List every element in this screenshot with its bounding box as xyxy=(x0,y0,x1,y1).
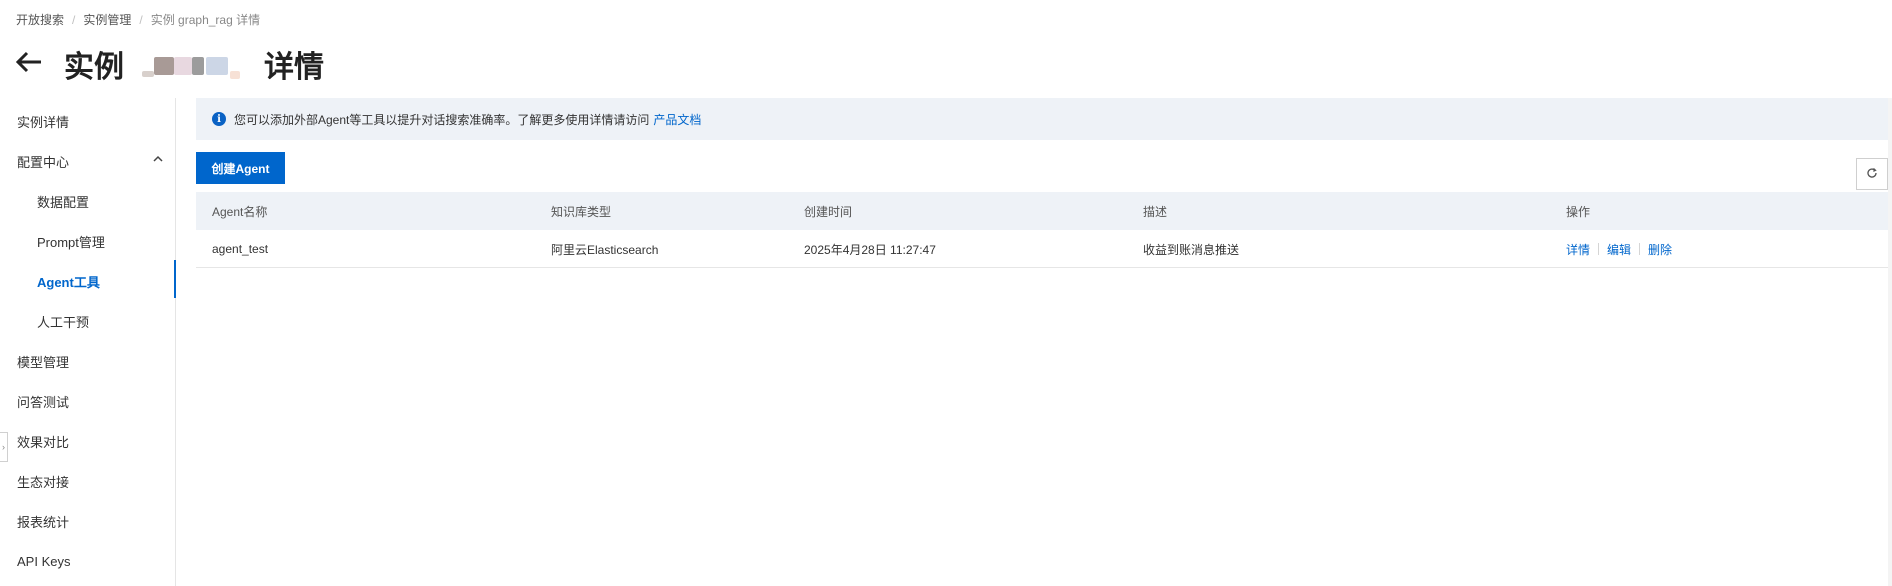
sidebar-item-label: 模型管理 xyxy=(17,354,70,370)
column-header-actions: 操作 xyxy=(1566,204,1591,219)
sidebar-item-human-intervention[interactable]: 人工干预 xyxy=(0,306,176,336)
sidebar-item-label: 配置中心 xyxy=(17,154,70,170)
delete-link[interactable]: 删除 xyxy=(1648,241,1672,258)
sidebar-item-agent-tools[interactable]: Agent工具 xyxy=(0,266,176,296)
notice-text: 您可以添加外部Agent等工具以提升对话搜索准确率。了解更多使用详情请访问 xyxy=(234,112,650,127)
sidebar-item-model-management[interactable]: 模型管理 xyxy=(0,346,176,376)
action-divider xyxy=(1598,243,1600,255)
sidebar-item-label: API Keys xyxy=(17,553,71,569)
redacted-instance-name xyxy=(134,51,254,79)
sidebar-item-label: 效果对比 xyxy=(17,434,70,450)
cell-description: 收益到账消息推送 xyxy=(1143,242,1240,257)
product-docs-link[interactable]: 产品文档 xyxy=(653,111,701,128)
refresh-icon xyxy=(1866,167,1878,182)
breadcrumb-separator: / xyxy=(139,12,143,27)
info-notice: i 您可以添加外部Agent等工具以提升对话搜索准确率。了解更多使用详情请访问 … xyxy=(196,98,1888,140)
sidebar-collapse-toggle[interactable]: › xyxy=(0,432,8,462)
breadcrumb-item-open-search[interactable]: 开放搜索 xyxy=(16,11,64,28)
sidebar-item-api-keys[interactable]: API Keys xyxy=(0,546,176,576)
table-row: agent_test 阿里云Elasticsearch 2025年4月28日 1… xyxy=(196,230,1888,268)
sidebar-active-indicator xyxy=(174,260,176,298)
arrow-left-icon[interactable] xyxy=(15,49,42,79)
breadcrumb: 开放搜索 / 实例管理 / 实例 graph_rag 详情 xyxy=(16,11,260,28)
details-link[interactable]: 详情 xyxy=(1566,241,1590,258)
chevron-right-icon: › xyxy=(2,442,5,452)
page-title: 实例 详情 xyxy=(64,42,324,86)
sidebar-item-label: 数据配置 xyxy=(37,194,90,210)
chevron-up-icon xyxy=(152,152,164,168)
cell-agent-name: agent_test xyxy=(212,242,269,256)
cell-actions: 详情 编辑 删除 xyxy=(1566,230,1672,268)
page-header: 实例 详情 xyxy=(15,42,324,86)
sidebar-item-qa-test[interactable]: 问答测试 xyxy=(0,386,176,416)
action-divider xyxy=(1639,243,1641,255)
column-header-description: 描述 xyxy=(1143,204,1168,219)
page-scrollbar[interactable] xyxy=(1888,98,1892,586)
create-agent-button[interactable]: 创建Agent xyxy=(196,152,285,184)
column-header-created-time: 创建时间 xyxy=(804,204,853,219)
agent-table: Agent名称 知识库类型 创建时间 描述 操作 agent_test 阿里云E… xyxy=(196,192,1888,268)
sidebar-item-ecosystem[interactable]: 生态对接 xyxy=(0,466,176,496)
info-icon: i xyxy=(212,112,226,126)
page-title-suffix: 详情 xyxy=(264,51,324,84)
sidebar-item-config-center[interactable]: 配置中心 xyxy=(0,146,176,176)
refresh-button[interactable] xyxy=(1856,158,1888,190)
sidebar-item-label: 人工干预 xyxy=(37,314,90,330)
page-title-prefix: 实例 xyxy=(64,51,124,84)
sidebar-item-prompt-management[interactable]: Prompt管理 xyxy=(0,226,176,256)
sidebar-item-label: 问答测试 xyxy=(17,394,70,410)
sidebar-item-effect-compare[interactable]: 效果对比 xyxy=(0,426,176,456)
column-header-agent-name: Agent名称 xyxy=(212,204,268,219)
breadcrumb-item-instance-management[interactable]: 实例管理 xyxy=(83,11,131,28)
breadcrumb-separator: / xyxy=(72,12,76,27)
column-header-kb-type: 知识库类型 xyxy=(551,204,612,219)
sidebar-item-label: 生态对接 xyxy=(17,474,70,490)
sidebar-item-label: Agent工具 xyxy=(37,274,100,290)
sidebar-item-instance-details[interactable]: 实例详情 xyxy=(0,106,176,136)
sidebar: 实例详情 配置中心 数据配置 Prompt管理 Agent工具 人工干预 模型管… xyxy=(0,98,176,586)
edit-link[interactable]: 编辑 xyxy=(1607,241,1631,258)
table-header: Agent名称 知识库类型 创建时间 描述 操作 xyxy=(196,192,1888,230)
sidebar-item-label: 报表统计 xyxy=(17,514,70,530)
sidebar-item-reports[interactable]: 报表统计 xyxy=(0,506,176,536)
sidebar-item-data-config[interactable]: 数据配置 xyxy=(0,186,176,216)
breadcrumb-current: 实例 graph_rag 详情 xyxy=(150,13,261,27)
cell-kb-type: 阿里云Elasticsearch xyxy=(551,242,659,257)
sidebar-item-label: Prompt管理 xyxy=(37,234,105,250)
cell-created-time: 2025年4月28日 11:27:47 xyxy=(804,242,936,257)
sidebar-item-label: 实例详情 xyxy=(17,114,70,130)
